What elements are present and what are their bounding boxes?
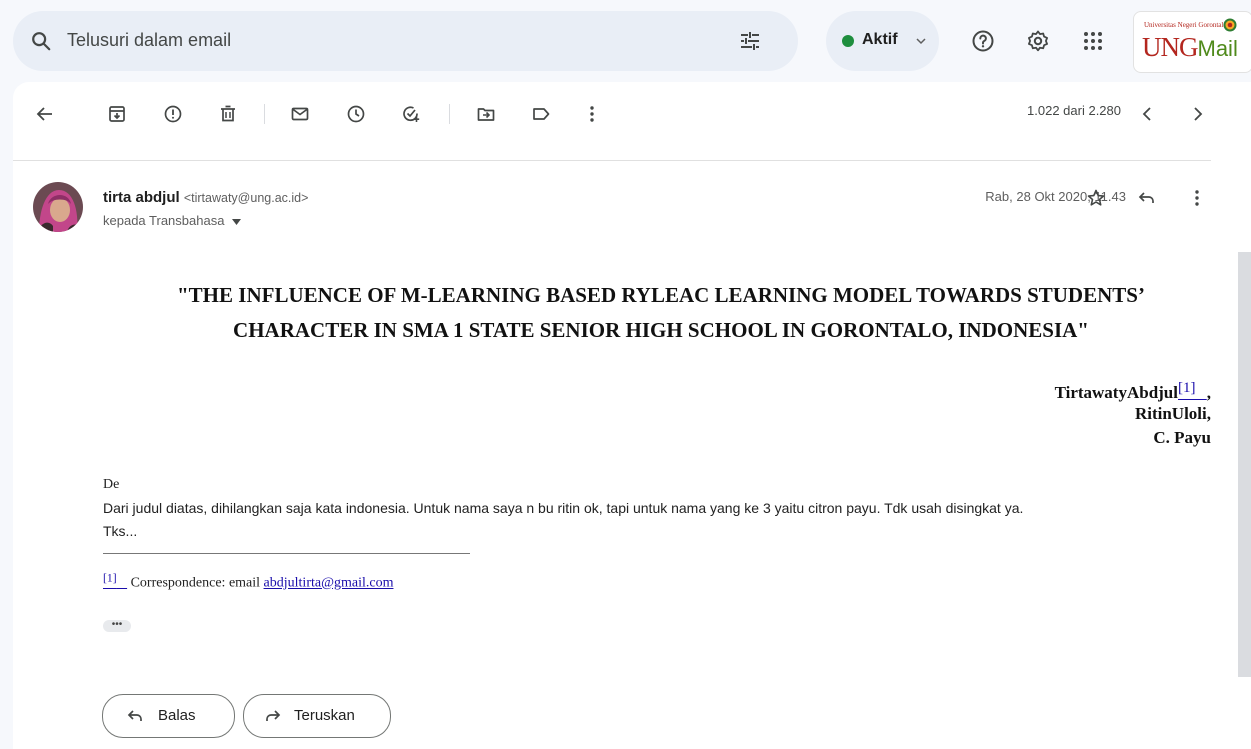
paper-title-line-2: CHARACTER IN SMA 1 STATE SENIOR HIGH SCH… [233, 318, 1089, 342]
author-2: RitinUloli, [1134, 404, 1211, 423]
footnote-email-link[interactable]: abdjultirta@gmail.com [264, 576, 394, 591]
snooze-clock-icon[interactable] [346, 104, 366, 124]
label-tag-icon[interactable] [531, 104, 551, 124]
message-line-2: Tks... [103, 523, 138, 539]
message-counter: 1.022 dari 2.280 [1027, 103, 1121, 118]
add-task-icon[interactable] [401, 104, 421, 124]
sender-name[interactable]: tirta abdjul [103, 189, 180, 206]
paper-title-line-1: "THE INFLUENCE OF M-LEARNING BASED RYLEA… [177, 283, 1145, 307]
chevron-right-icon[interactable] [1187, 104, 1207, 124]
sender-email: <tirtawaty@ung.ac.id> [183, 191, 309, 205]
toolbar-divider [264, 104, 265, 124]
show-trimmed-content-button[interactable]: ••• [103, 620, 131, 632]
toolbar-divider [449, 104, 450, 124]
mark-unread-mail-icon[interactable] [290, 104, 310, 124]
logo-university-text: Universitas Negeri Gorontalo [1144, 21, 1227, 29]
sender[interactable]: tirta abdjul <tirtawaty@ung.ac.id> [103, 189, 308, 206]
logo-wordmark: UNGMail [1142, 32, 1238, 62]
footnote: [1] Correspondence: email abdjultirta@gm… [103, 571, 393, 592]
top-bar: Telusuri dalam email Aktif Universitas N… [0, 0, 1251, 82]
sender-avatar-photo [33, 182, 83, 232]
move-to-folder-icon[interactable] [476, 104, 496, 124]
reply-button[interactable]: Balas [102, 694, 235, 738]
report-spam-icon[interactable] [163, 104, 183, 124]
avatar[interactable] [33, 182, 83, 232]
footnote-anchor-link[interactable]: [1] [103, 571, 127, 591]
status-label: Aktif [862, 31, 898, 48]
more-vert-icon[interactable] [582, 104, 602, 124]
recipient-details[interactable]: kepada Transbahasa [103, 213, 242, 228]
search-bar[interactable]: Telusuri dalam email [13, 11, 798, 71]
status-dot-icon [842, 35, 854, 47]
back-arrow-icon[interactable] [35, 104, 55, 124]
footnote-divider [103, 553, 470, 554]
search-icon[interactable] [30, 30, 52, 52]
archive-icon[interactable] [107, 104, 127, 124]
reply-icon[interactable] [1137, 188, 1157, 208]
recipient-label: kepada Transbahasa [103, 213, 225, 228]
settings-gear-icon[interactable] [1026, 29, 1050, 53]
forward-label: Teruskan [294, 707, 355, 724]
footnote-text: Correspondence: email [127, 575, 264, 591]
author-3: C. Payu [1153, 428, 1211, 447]
caret-down-icon[interactable] [232, 218, 242, 225]
chevron-down-icon [916, 38, 926, 45]
delete-trash-icon[interactable] [218, 104, 238, 124]
star-icon[interactable] [1086, 188, 1106, 208]
university-seal-icon [1223, 18, 1237, 32]
chevron-left-icon[interactable] [1138, 104, 1158, 124]
scrollbar[interactable] [1238, 252, 1251, 677]
search-input[interactable]: Telusuri dalam email [67, 30, 231, 51]
filter-options-icon[interactable] [738, 29, 762, 53]
apps-grid-icon[interactable] [1081, 29, 1105, 53]
footnote-reference-link[interactable]: [1] [1178, 380, 1207, 402]
forward-button[interactable]: Teruskan [243, 694, 391, 738]
greeting: De [103, 477, 120, 492]
author-1: TirtawatyAbdjul[1] , [1054, 380, 1211, 402]
reply-label: Balas [158, 707, 196, 724]
reply-arrow-icon [127, 710, 142, 721]
forward-arrow-icon [266, 710, 281, 721]
message-line-1: Dari judul diatas, dihilangkan saja kata… [103, 500, 1024, 516]
help-icon[interactable] [971, 29, 995, 53]
more-vert-icon[interactable] [1187, 188, 1207, 208]
toolbar-divider-line [13, 160, 1211, 161]
status-button[interactable]: Aktif [826, 11, 939, 71]
email-view: 1.022 dari 2.280 tirta abdjul <tirtawaty… [13, 82, 1251, 749]
ung-mail-logo[interactable]: Universitas Negeri Gorontalo UNGMail [1133, 11, 1251, 73]
